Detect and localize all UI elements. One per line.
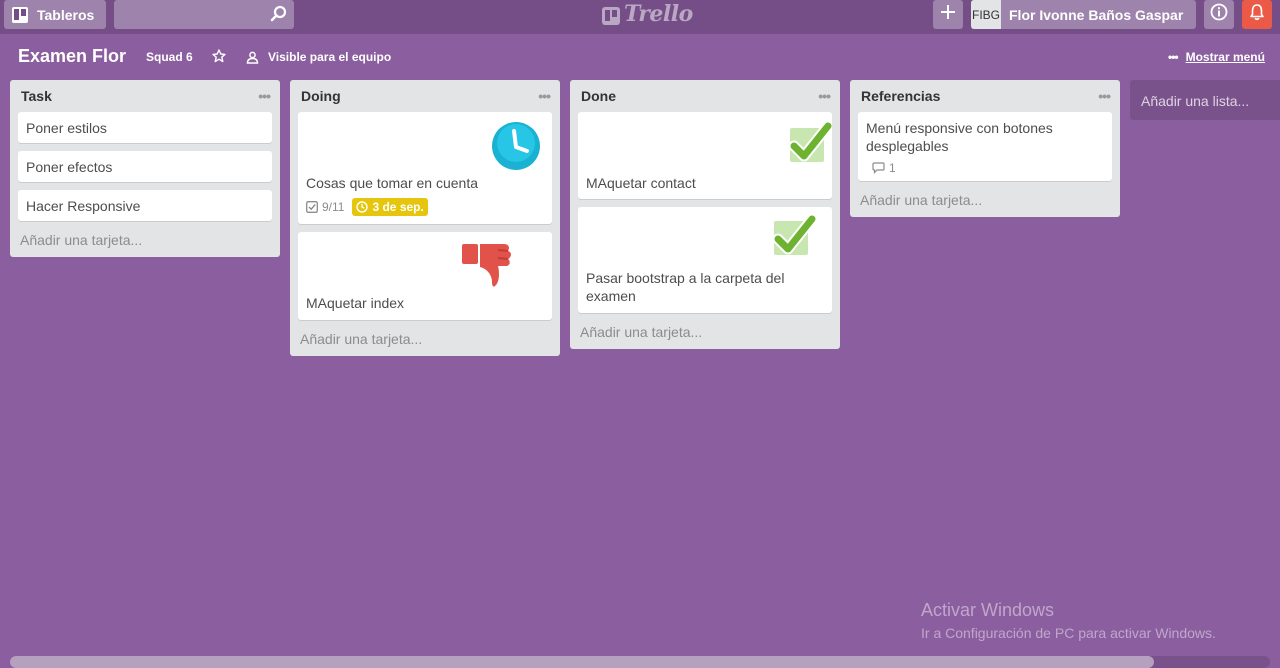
add-card-link[interactable]: Añadir una tarjeta... (10, 229, 280, 257)
trello-logo-text: Trello (624, 1, 693, 27)
bell-icon (1248, 3, 1266, 26)
thumbs-down-sticker-icon (458, 236, 518, 299)
card-badges: 9/11 3 de sep. (298, 198, 552, 222)
card[interactable]: Hacer Responsive (18, 190, 272, 221)
board-title[interactable]: Examen Flor (18, 46, 126, 67)
list-title[interactable]: Doing (301, 88, 341, 104)
top-header: Tableros Trello FIBG Flor Ivonne Baños G… (0, 0, 1280, 34)
watermark-title: Activar Windows (921, 600, 1055, 620)
search-input[interactable] (114, 0, 294, 29)
list-header[interactable]: Done ••• (570, 80, 840, 112)
checklist-count: 9/11 (322, 200, 345, 214)
card[interactable]: Cosas que tomar en cuenta 9/11 3 de sep. (298, 112, 552, 224)
visibility-button[interactable]: Visible para el equipo (246, 50, 391, 64)
card-title: Poner estilos (26, 120, 107, 136)
boards-button[interactable]: Tableros (4, 0, 106, 29)
card[interactable]: MAquetar index (298, 232, 552, 320)
info-icon (1210, 3, 1228, 26)
board-team[interactable]: Squad 6 (146, 50, 193, 64)
windows-activation-watermark: Activar Windows Ir a Configuración de PC… (921, 600, 1216, 641)
plus-icon (940, 4, 956, 25)
list-title[interactable]: Task (21, 88, 52, 104)
scrollbar-thumb[interactable] (10, 656, 1154, 668)
info-button[interactable] (1204, 0, 1234, 29)
card-badges: 1 (858, 161, 1112, 181)
due-date-text: 3 de sep. (372, 200, 424, 214)
comments-badge: 1 (872, 161, 896, 175)
clock-sticker-icon (488, 118, 544, 177)
list-header[interactable]: Referencias ••• (850, 80, 1120, 112)
more-icon: ••• (1168, 50, 1179, 64)
star-icon[interactable] (212, 49, 226, 63)
member-menu-button[interactable]: FIBG Flor Ivonne Baños Gaspar (971, 0, 1196, 29)
checklist-badge: 9/11 (306, 200, 344, 214)
horizontal-scrollbar[interactable] (10, 656, 1270, 668)
card[interactable]: Poner efectos (18, 151, 272, 182)
notifications-button[interactable] (1242, 0, 1272, 29)
list-referencias: Referencias ••• Menú responsive con boto… (850, 80, 1120, 217)
list-title[interactable]: Referencias (861, 88, 940, 104)
comments-count: 1 (889, 161, 896, 175)
add-list-button[interactable]: Añadir una lista... (1130, 80, 1280, 120)
list-header[interactable]: Task ••• (10, 80, 280, 112)
list-menu-icon[interactable]: ••• (1098, 88, 1111, 104)
boards-label: Tableros (37, 6, 95, 23)
add-button[interactable] (933, 0, 963, 29)
card[interactable]: Poner estilos (18, 112, 272, 143)
due-date-badge: 3 de sep. (352, 198, 428, 216)
show-menu-link[interactable]: ••• Mostrar menú (1168, 50, 1265, 64)
card-title: Poner efectos (26, 159, 113, 175)
card-title: Menú responsive con botones desplegables (866, 120, 1053, 154)
search-icon[interactable] (270, 5, 288, 23)
search-box[interactable] (114, 0, 294, 29)
list-menu-icon[interactable]: ••• (538, 88, 551, 104)
list-done: Done ••• MAquetar contact Pasar bootstra… (570, 80, 840, 349)
avatar: FIBG (971, 0, 1001, 29)
list-menu-icon[interactable]: ••• (258, 88, 271, 104)
team-icon (246, 51, 259, 64)
card[interactable]: Pasar bootstrap a la carpeta del examen (578, 207, 832, 313)
card-title: Hacer Responsive (26, 198, 141, 214)
trello-logo[interactable]: Trello (602, 1, 693, 27)
card[interactable]: Menú responsive con botones desplegables… (858, 112, 1112, 181)
trello-logo-icon (602, 5, 620, 25)
list-header[interactable]: Doing ••• (290, 80, 560, 112)
add-card-link[interactable]: Añadir una tarjeta... (290, 328, 560, 356)
list-menu-icon[interactable]: ••• (818, 88, 831, 104)
add-card-link[interactable]: Añadir una tarjeta... (570, 321, 840, 349)
list-title[interactable]: Done (581, 88, 616, 104)
boards-icon (12, 6, 28, 23)
visibility-label: Visible para el equipo (268, 50, 392, 64)
add-card-link[interactable]: Añadir una tarjeta... (850, 189, 1120, 217)
show-menu-label: Mostrar menú (1185, 50, 1265, 64)
card[interactable]: MAquetar contact (578, 112, 832, 199)
member-name: Flor Ivonne Baños Gaspar (1009, 6, 1184, 23)
list-doing: Doing ••• Cosas que tomar en cuenta 9/11… (290, 80, 560, 356)
list-task: Task ••• Poner estilos Poner efectos Hac… (10, 80, 280, 257)
check-sticker-icon (784, 118, 832, 175)
check-sticker-icon (768, 211, 822, 268)
watermark-subtitle: Ir a Configuración de PC para activar Wi… (921, 625, 1216, 641)
